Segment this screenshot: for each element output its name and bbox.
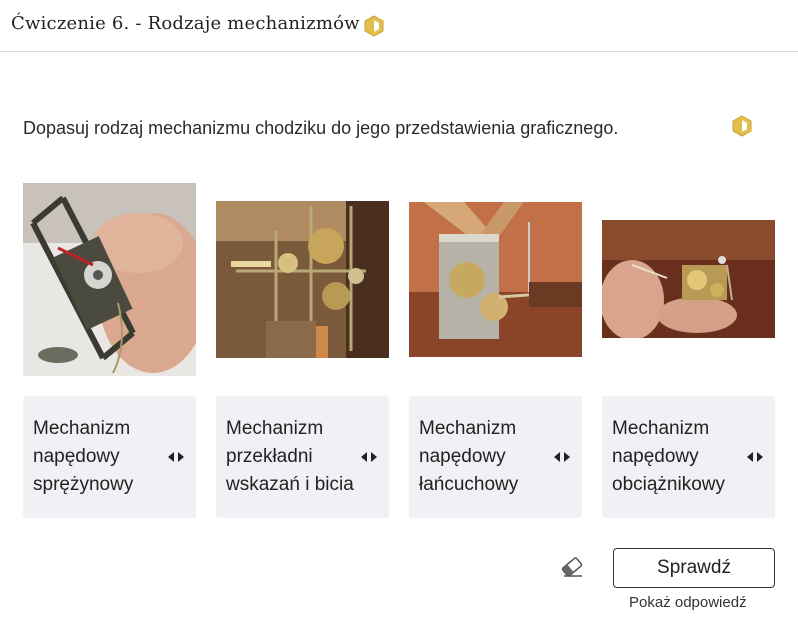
answer-card-chain[interactable]: Mechanizm napędowy łańcuchowy bbox=[409, 396, 582, 518]
hexagon-badge-icon bbox=[732, 115, 752, 137]
drag-handle-icon[interactable] bbox=[747, 452, 763, 462]
drag-handle-icon[interactable] bbox=[554, 452, 570, 462]
answer-card-label: Mechanizm napędowy łańcuchowy bbox=[419, 418, 519, 495]
photo-chain-mechanism bbox=[409, 202, 582, 357]
photo-gear-mechanism bbox=[216, 201, 389, 358]
show-answer-link[interactable]: Pokaż odpowiedź bbox=[629, 594, 747, 611]
exercise-header: Ćwiczenie 6. - Rodzaje mechanizmów bbox=[0, 0, 798, 52]
photo-spring-mechanism bbox=[23, 183, 196, 376]
check-button[interactable]: Sprawdź bbox=[613, 548, 775, 588]
answer-card-label: Mechanizm napędowy sprężynowy bbox=[33, 418, 134, 495]
photo-weight-mechanism bbox=[602, 220, 775, 338]
drag-handle-icon[interactable] bbox=[361, 452, 377, 462]
instruction-text: Dopasuj rodzaj mechanizmu chodziku do je… bbox=[23, 118, 619, 138]
answer-card-weight[interactable]: Mechanizm napędowy obciążnikowy bbox=[602, 396, 775, 518]
answer-card-label: Mechanizm przekładni wskazań i bicia bbox=[226, 418, 354, 495]
drag-handle-icon[interactable] bbox=[168, 452, 184, 462]
answer-card-gear[interactable]: Mechanizm przekładni wskazań i bicia bbox=[216, 396, 389, 518]
exercise-title: Ćwiczenie 6. - Rodzaje mechanizmów bbox=[11, 13, 360, 34]
answer-card-label: Mechanizm napędowy obciążnikowy bbox=[612, 418, 725, 495]
answer-card-spring[interactable]: Mechanizm napędowy sprężynowy bbox=[23, 396, 196, 518]
eraser-icon[interactable] bbox=[560, 556, 584, 578]
hexagon-badge-icon bbox=[364, 15, 384, 37]
